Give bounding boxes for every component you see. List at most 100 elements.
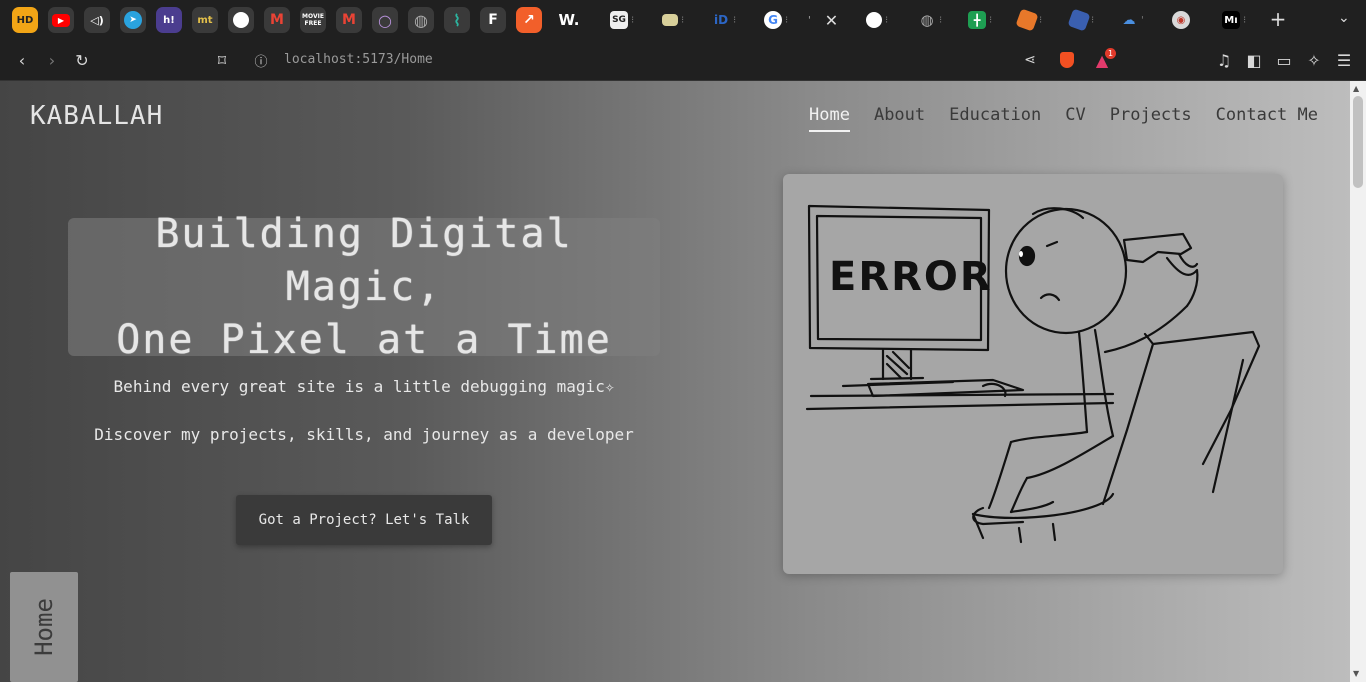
tab-google[interactable]: G ⁝ xyxy=(764,6,788,34)
tab-gmail[interactable]: M xyxy=(264,6,290,34)
tab-telegram[interactable]: ➤ xyxy=(120,6,146,34)
illustration-error-text: ERROR xyxy=(829,254,993,300)
section-side-label: Home xyxy=(29,598,58,656)
tab-circle[interactable]: ○ xyxy=(372,6,398,34)
tab-list-chevron-icon[interactable]: ⌄ xyxy=(1338,10,1350,26)
image-icon xyxy=(662,14,678,26)
tab-sheets[interactable]: ╋ ⁝ xyxy=(968,6,992,34)
error-illustration: ERROR xyxy=(805,204,1261,544)
web-page: KABALLAH Home About Education CV Project… xyxy=(0,81,1350,682)
nav-home[interactable]: Home xyxy=(809,105,850,132)
tab-shield-blue[interactable]: ⁝ xyxy=(1067,6,1094,34)
scroll-down-arrow-icon[interactable]: ▼ xyxy=(1353,669,1359,678)
github-icon xyxy=(866,12,882,28)
menu-icon[interactable]: ☰ xyxy=(1332,48,1356,72)
tab-id[interactable]: iD ⁝ xyxy=(712,6,736,34)
tab-hd[interactable]: HD xyxy=(12,6,38,34)
music-icon[interactable]: ♫ xyxy=(1212,48,1236,72)
bookmark-icon[interactable]: ⌑ xyxy=(210,48,234,72)
wallet-icon[interactable]: ▭ xyxy=(1272,48,1296,72)
address-bar[interactable]: localhost:5173/Home xyxy=(284,52,433,67)
tab-pulse[interactable]: ⌇ xyxy=(444,6,470,34)
nav-projects[interactable]: Projects xyxy=(1110,105,1192,132)
github-icon xyxy=(228,7,254,33)
scrollbar-thumb[interactable] xyxy=(1353,96,1363,188)
tab-movie[interactable]: MOVIE FREE xyxy=(300,6,326,34)
google-icon: G xyxy=(764,11,782,29)
w-icon: W. xyxy=(558,11,580,29)
target-icon: ◉ xyxy=(1172,11,1190,29)
share-icon[interactable]: ⋖ xyxy=(1018,48,1042,72)
notification-badge: 1 xyxy=(1105,48,1116,59)
nav-education[interactable]: Education xyxy=(949,105,1041,132)
hashnode-icon: h! xyxy=(156,7,182,33)
brave-shield-icon[interactable] xyxy=(1055,48,1079,72)
sidebar-icon[interactable]: ◧ xyxy=(1242,48,1266,72)
back-icon[interactable]: ‹ xyxy=(10,48,34,72)
nav-about[interactable]: About xyxy=(874,105,925,132)
browser-tab-strip: HD ▶ ◁) ➤ h! mt M MOVIE FREE M ○ ◍ ⌇ F ↗ … xyxy=(0,0,1366,40)
medium-icon: Mı xyxy=(1222,11,1240,29)
tab-cloud[interactable]: ☁ ' xyxy=(1120,6,1144,34)
pulse-icon: ⌇ xyxy=(444,7,470,33)
sheets-icon: ╋ xyxy=(968,11,986,29)
tab-circle-2[interactable]: ◉ xyxy=(1172,6,1190,34)
tab-mt[interactable]: mt xyxy=(192,6,218,34)
tab-medium[interactable]: Mı ⁝ xyxy=(1222,6,1246,34)
url-path: :5173/Home xyxy=(354,52,433,67)
gmail-icon: M xyxy=(264,7,290,33)
main-nav: Home About Education CV Projects Contact… xyxy=(785,105,1318,132)
tab-github-2[interactable]: ⁝ xyxy=(866,6,888,34)
movie-icon: MOVIE FREE xyxy=(300,7,326,33)
tab-w[interactable]: W. xyxy=(558,6,580,34)
shield-icon xyxy=(1015,8,1039,32)
circle-icon: ○ xyxy=(372,7,398,33)
contact-cta-button[interactable]: Got a Project? Let's Talk xyxy=(236,495,492,545)
tab-globe-2[interactable]: ◍ ⁝ xyxy=(918,6,942,34)
tab-gmail-2[interactable]: M xyxy=(336,6,362,34)
tab-framer[interactable]: F xyxy=(480,6,506,34)
brave-rewards-icon[interactable]: ▲ 1 xyxy=(1090,48,1116,72)
tab-audio[interactable]: ◁) xyxy=(84,6,110,34)
hero-description: Discover my projects, skills, and journe… xyxy=(94,425,634,444)
hero-title: Building Digital Magic, One Pixel at a T… xyxy=(116,210,612,363)
reload-icon[interactable]: ↻ xyxy=(70,48,94,72)
site-info-icon[interactable]: ⓘ xyxy=(249,48,273,72)
tab-gs[interactable]: SG ⁝ xyxy=(610,6,634,34)
browser-toolbar: ‹ › ↻ ⌑ ⓘ ⋖ ▲ 1 ♫ ◧ ▭ ✧ ☰ xyxy=(0,40,1366,81)
tab-chart[interactable]: ↗ xyxy=(516,6,542,34)
error-illustration-card: ERROR xyxy=(783,174,1283,574)
id-icon: iD xyxy=(713,13,729,27)
gmail-icon: M xyxy=(336,7,362,33)
scroll-up-arrow-icon[interactable]: ▲ xyxy=(1353,84,1359,93)
chart-icon: ↗ xyxy=(516,7,542,33)
tab-shield-orange[interactable]: ⁝ xyxy=(1015,6,1042,34)
shield-icon xyxy=(1067,8,1091,32)
forward-icon[interactable]: › xyxy=(40,48,64,72)
site-logo[interactable]: KABALLAH xyxy=(30,101,163,131)
new-tab-button[interactable]: + xyxy=(1268,8,1288,30)
tab-globe[interactable]: ◍ xyxy=(408,6,434,34)
telegram-icon: ➤ xyxy=(120,7,146,33)
hero-subtitle: Behind every great site is a little debu… xyxy=(113,377,615,396)
section-side-tab[interactable]: Home xyxy=(10,572,78,682)
youtube-icon: ▶ xyxy=(48,7,74,33)
tab-hashnode[interactable]: h! xyxy=(156,6,182,34)
tab-image[interactable]: ⁝ xyxy=(662,6,684,34)
framer-icon: F xyxy=(480,7,506,33)
leo-ai-icon[interactable]: ✧ xyxy=(1302,48,1326,72)
globe-icon: ◍ xyxy=(920,11,934,29)
hd-icon: HD xyxy=(12,7,38,33)
nav-cv[interactable]: CV xyxy=(1065,105,1085,132)
hero-title-box: Building Digital Magic, One Pixel at a T… xyxy=(68,211,660,363)
grid-icon: SG xyxy=(610,11,628,29)
tab-active[interactable]: ' ✕ xyxy=(808,6,838,34)
nav-contact[interactable]: Contact Me xyxy=(1216,105,1318,132)
url-host: localhost xyxy=(284,52,355,67)
speaker-icon: ◁) xyxy=(84,7,110,33)
tab-github[interactable] xyxy=(228,6,254,34)
tab-youtube[interactable]: ▶ xyxy=(48,6,74,34)
mt-icon: mt xyxy=(192,7,218,33)
close-tab-icon[interactable]: ✕ xyxy=(825,11,838,30)
cloud-icon: ☁ xyxy=(1122,12,1136,28)
